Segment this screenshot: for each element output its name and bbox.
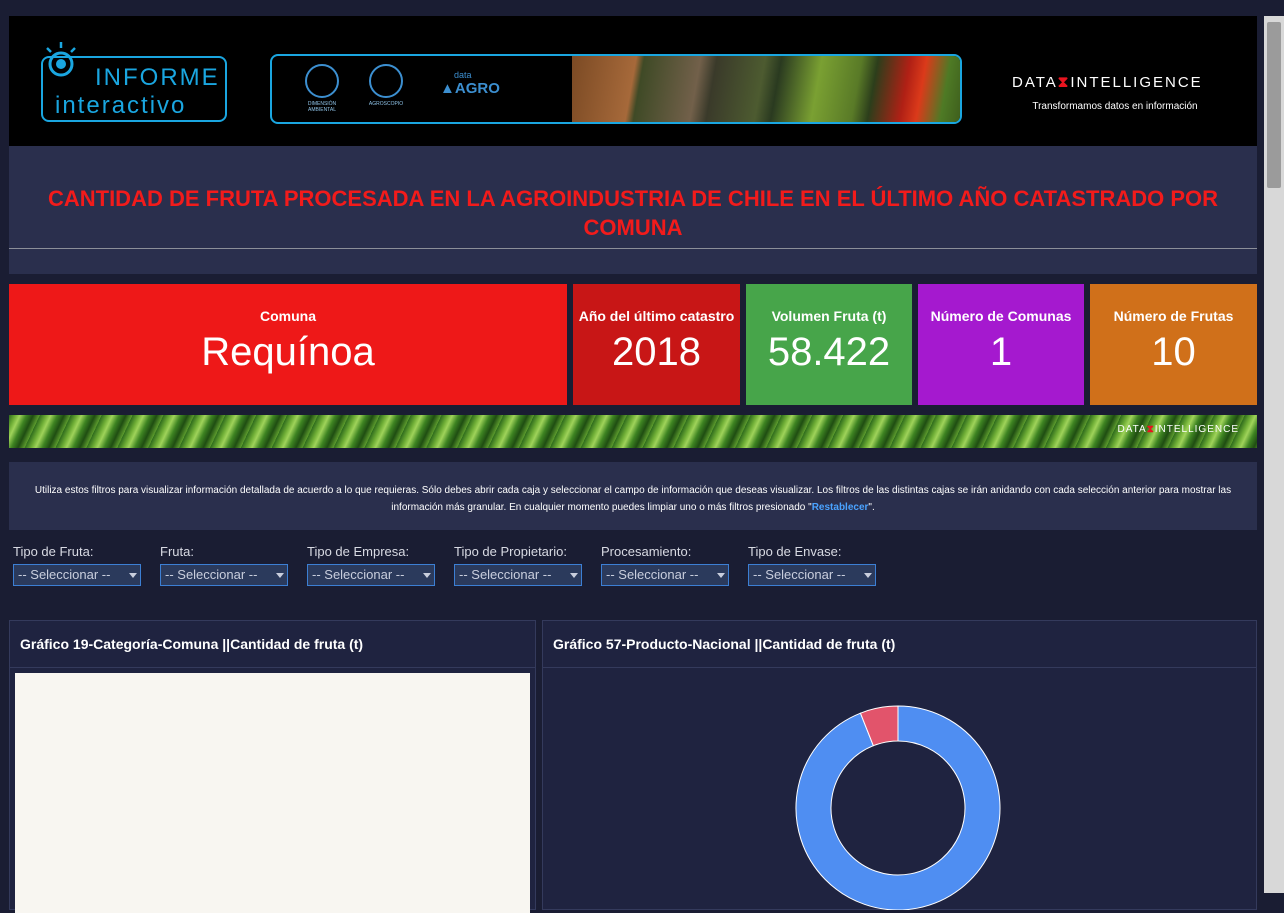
packaging-type-select[interactable]: -- Seleccionar -- xyxy=(748,564,876,586)
fruit-type-select[interactable]: -- Seleccionar -- xyxy=(13,564,141,586)
reset-link[interactable]: Restablecer xyxy=(812,502,869,513)
chevron-down-icon xyxy=(864,573,872,578)
filter-processing: Procesamiento: -- Seleccionar -- xyxy=(601,544,729,586)
kpi-value: Requínoa xyxy=(201,330,375,374)
chevron-down-icon xyxy=(276,573,284,578)
donut-chart xyxy=(795,705,1001,910)
lightbulb-icon xyxy=(46,42,76,77)
dimension-ambiental-logo: DIMENSIÓN AMBIENTAL xyxy=(302,64,342,113)
agriculture-photo-collage xyxy=(572,56,960,122)
logo-line-2: interactivo xyxy=(55,92,187,119)
panel-title: Gráfico 19-Categoría-Comuna ||Cantidad d… xyxy=(10,621,535,668)
filter-company-type: Tipo de Empresa: -- Seleccionar -- xyxy=(307,544,435,586)
kpi-label: Año del último catastro xyxy=(578,308,735,324)
informe-interactivo-logo: INFORME interactivo xyxy=(41,42,227,122)
kpi-value: 1 xyxy=(989,330,1013,374)
logo-line-1: INFORME xyxy=(95,64,220,91)
processing-select[interactable]: -- Seleccionar -- xyxy=(601,564,729,586)
filter-instructions: Utiliza estos filtros para visualizar in… xyxy=(9,462,1257,530)
kpi-value: 58.422 xyxy=(767,330,891,374)
kpi-card-fruits-count: Número de Frutas 10 xyxy=(1090,284,1257,405)
corn-leaves-banner: DATA⧗INTELLIGENCE xyxy=(9,415,1257,448)
kpi-card-comunas-count: Número de Comunas 1 xyxy=(918,284,1084,405)
agroscopio-logo: AGROSCOPIO xyxy=(366,64,406,107)
kpi-label: Número de Frutas xyxy=(1113,308,1234,324)
kpi-card-comuna: Comuna Requínoa xyxy=(9,284,567,405)
data-intelligence-logo: DATA⧗INTELLIGENCE Transformamos datos en… xyxy=(1012,74,1218,112)
brand-tagline: Transformamos datos en información xyxy=(1032,101,1198,112)
kpi-value: 2018 xyxy=(612,330,701,374)
chart-panel-category-comuna: Gráfico 19-Categoría-Comuna ||Cantidad d… xyxy=(9,620,536,913)
fruit-select[interactable]: -- Seleccionar -- xyxy=(160,564,288,586)
filter-owner-type: Tipo de Propietario: -- Seleccionar -- xyxy=(454,544,582,586)
chart-area-empty xyxy=(15,673,530,913)
scrollbar[interactable] xyxy=(1264,16,1284,893)
instructions-text: Utiliza estos filtros para visualizar in… xyxy=(34,485,1232,513)
chevron-down-icon xyxy=(423,573,431,578)
data-intelligence-logo-small: DATA⧗INTELLIGENCE xyxy=(1117,424,1239,435)
owner-type-select[interactable]: -- Seleccionar -- xyxy=(454,564,582,586)
chevron-down-icon xyxy=(717,573,725,578)
company-type-select[interactable]: -- Seleccionar -- xyxy=(307,564,435,586)
kpi-card-year: Año del último catastro 2018 xyxy=(573,284,740,405)
data-agro-logo: data ▲AGRO xyxy=(440,70,500,97)
header-bar: INFORME interactivo DIMENSIÓN AMBIENTAL … xyxy=(9,16,1257,146)
kpi-label: Volumen Fruta (t) xyxy=(771,308,887,324)
kpi-label: Número de Comunas xyxy=(930,308,1072,324)
scrollbar-thumb[interactable] xyxy=(1267,22,1281,188)
filter-fruit: Fruta: -- Seleccionar -- xyxy=(160,544,288,586)
chevron-down-icon xyxy=(129,573,137,578)
filter-fruit-type: Tipo de Fruta: -- Seleccionar -- xyxy=(13,544,141,586)
title-panel: CANTIDAD DE FRUTA PROCESADA EN LA AGROIN… xyxy=(9,146,1257,274)
divider xyxy=(9,248,1257,249)
page-title: CANTIDAD DE FRUTA PROCESADA EN LA AGROIN… xyxy=(47,186,1219,240)
kpi-value: 10 xyxy=(1151,330,1196,374)
chart-panel-product-national: Gráfico 57-Producto-Nacional ||Cantidad … xyxy=(542,620,1257,910)
kpi-label: Comuna xyxy=(260,308,316,324)
chevron-down-icon xyxy=(570,573,578,578)
kpi-card-volume: Volumen Fruta (t) 58.422 xyxy=(746,284,912,405)
partner-banner: DIMENSIÓN AMBIENTAL AGROSCOPIO data ▲AGR… xyxy=(270,54,962,124)
panel-title: Gráfico 57-Producto-Nacional ||Cantidad … xyxy=(543,621,1256,668)
filter-packaging-type: Tipo de Envase: -- Seleccionar -- xyxy=(748,544,876,586)
